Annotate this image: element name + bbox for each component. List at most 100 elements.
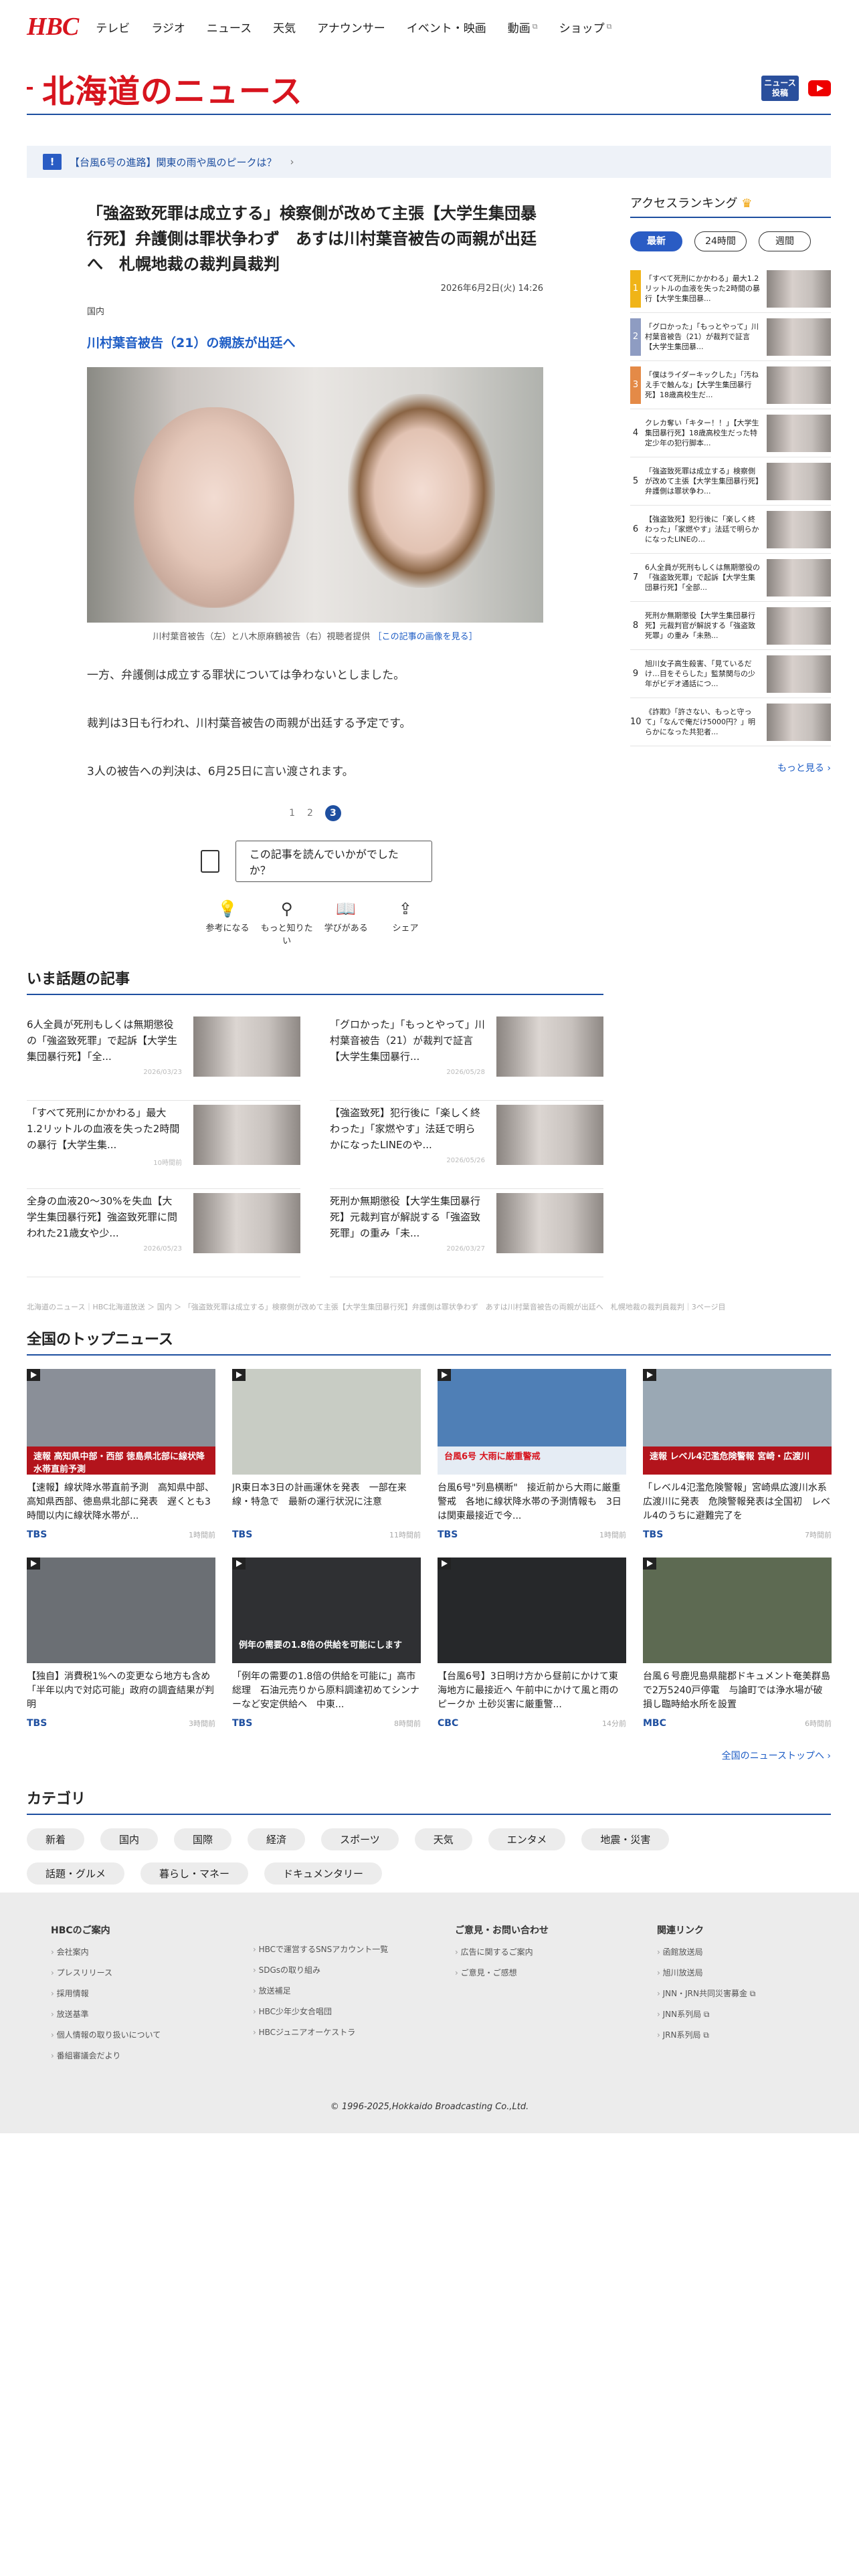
news-time: 11時間前 bbox=[389, 1531, 421, 1539]
ranking-tab[interactable]: 24時間 bbox=[694, 231, 747, 251]
footer-link[interactable]: ご意見・ご感想 bbox=[455, 1967, 657, 1978]
hot-topic-item[interactable]: 【強盗致死】犯行後に「楽しく終わった」「家燃やす」法廷で明らかになったLINEの… bbox=[330, 1101, 603, 1189]
reaction-button[interactable]: 📖 学びがある bbox=[319, 899, 373, 946]
footer-link[interactable]: SDGsの取り組み bbox=[253, 1964, 455, 1975]
ranking-item[interactable]: 10 《詐欺》「許さない、もっと守って」「なんで俺だけ5000円？」明らかになった… bbox=[630, 698, 831, 746]
national-news-grid: 速報 高知県中部・西部 徳島県北部に線状降水帯直前予測 【速報】線状降水帯直前予測… bbox=[27, 1369, 832, 1729]
footer-link[interactable]: HBCジュニアオーケストラ bbox=[253, 2026, 455, 2038]
ranking-number: 1 bbox=[630, 270, 641, 308]
footer-link[interactable]: 旭川放送局 bbox=[657, 1967, 859, 1978]
reaction-button[interactable]: 💡 参考になる bbox=[201, 899, 254, 946]
ranking-headline: 《詐欺》「許さない、もっと守って」「なんで俺だけ5000円？」明らかになった共犯… bbox=[645, 708, 755, 736]
reaction-button[interactable]: ⇪ シェア bbox=[379, 899, 432, 946]
national-news-card[interactable]: 速報 高知県中部・西部 徳島県北部に線状降水帯直前予測 【速報】線状降水帯直前予測… bbox=[27, 1369, 215, 1540]
category-chip[interactable]: 天気 bbox=[414, 1828, 472, 1850]
footer-link[interactable]: HBCで運営するSNSアカウント一覧 bbox=[253, 1943, 455, 1955]
ranking-item[interactable]: 3 「僕はライダーキックした」「汚ねえ手で触んな」【大学生集団暴行死】18歳高校生… bbox=[630, 361, 831, 409]
reaction-button[interactable]: ⚲ もっと知りたい bbox=[260, 899, 314, 946]
national-news-card[interactable]: 速報 レベル4氾濫危険警報 宮崎・広渡川 「レベル4氾濫危険警報」宮崎県広渡川水系… bbox=[643, 1369, 832, 1540]
hot-topic-item[interactable]: 「すべて死刑にかかわる」最大1.2リットルの血液を失った2時間の暴行【大学生集.… bbox=[27, 1101, 300, 1189]
footer-link[interactable]: 採用情報 bbox=[51, 1988, 253, 1999]
hot-topic-item[interactable]: 「グロかった」「もっとやって」川村葉音被告（21）が裁判で証言【大学生集団暴行.… bbox=[330, 1012, 603, 1101]
ranking-item[interactable]: 6 【強盗致死】犯行後に「楽しく終わった」「家燃やす」法廷で明らかになったLINE… bbox=[630, 506, 831, 554]
hot-topic-item[interactable]: 全身の血液20～30%を失血【大学生集団暴行死】強盗致死罪に問われた21歳女や少… bbox=[27, 1189, 300, 1277]
footer-column: HBCのご案内会社案内プレスリリース採用情報放送基準個人情報の取り扱いについて番… bbox=[51, 1923, 253, 2070]
nav-link[interactable]: ショップ ⧉ bbox=[559, 19, 612, 35]
news-headline: 台風6号"列島横断" 接近前から大雨に厳重警戒 各地に線状降水帯の予測情報も 3… bbox=[438, 1483, 622, 1521]
national-news-card[interactable]: 例年の需要の1.8倍の供給を可能にします 「例年の需要の1.8倍の供給を可能に」高… bbox=[232, 1558, 421, 1729]
footer: HBCのご案内会社案内プレスリリース採用情報放送基準個人情報の取り扱いについて番… bbox=[0, 1893, 859, 2133]
national-news-card[interactable]: JR東日本3日の計画運休を発表 一部在来線・特急で 最新の運行状況に注意 TBS 1… bbox=[232, 1369, 421, 1540]
footer-link[interactable]: 広告に関するご案内 bbox=[455, 1946, 657, 1957]
national-news-card[interactable]: 【独自】消費税1%への変更なら地方も含め「半年以内で対応可能」政府の調査結果が判… bbox=[27, 1558, 215, 1729]
nav-link[interactable]: アナウンサー bbox=[317, 19, 385, 35]
category-chip[interactable]: 国内 bbox=[100, 1828, 159, 1850]
nav-link[interactable]: イベント・映画 bbox=[407, 19, 486, 35]
ranking-item[interactable]: 1 「すべて死刑にかかわる」最大1.2リットルの血液を失った2時間の暴行【大学生集… bbox=[630, 265, 831, 313]
ranking-item[interactable]: 2 「グロかった」「もっとやって」川村葉音被告（21）が裁判で証言【大学生集団暴.… bbox=[630, 313, 831, 361]
footer-link[interactable]: 放送基準 bbox=[51, 2008, 253, 2020]
category-chip[interactable]: 地震・災害 bbox=[581, 1828, 670, 1850]
ranking-number: 9 bbox=[632, 668, 639, 679]
footer-link[interactable]: JRN系列局 ⧉ bbox=[657, 2029, 859, 2040]
footer-link[interactable]: 放送補足 bbox=[253, 1985, 455, 1996]
page-link[interactable]: 1 bbox=[289, 808, 295, 819]
national-news-card[interactable]: 台風6号 大雨に厳重警戒 台風6号"列島横断" 接近前から大雨に厳重警戒 各地に線… bbox=[438, 1369, 626, 1540]
news-post-button[interactable]: ニュース投稿 bbox=[761, 76, 799, 101]
nav-link[interactable]: ニュース bbox=[207, 19, 252, 35]
ranking-tab[interactable]: 最新 bbox=[630, 231, 682, 251]
footer-link[interactable]: プレスリリース bbox=[51, 1967, 253, 1978]
hbc-logo[interactable]: HBC bbox=[27, 12, 79, 41]
nav-link[interactable]: ラジオ bbox=[151, 19, 185, 35]
ranking-item[interactable]: 5 「強盗致死罪は成立する」検察側が改めて主張【大学生集団暴行死】弁護側は罪状争わ… bbox=[630, 457, 831, 506]
caption-gallery-link[interactable]: ［この記事の画像を見る］ bbox=[373, 632, 478, 642]
ranking-item[interactable]: 9 旭川女子高生殺害、「見ているだけ…目をそらした」監禁関与の少年がビデオ通話につ… bbox=[630, 650, 831, 698]
ranking-item[interactable]: 4 クレカ奪い「キター！！」【大学生集団暴行死】18歳高校生だった特定少年の犯行脚… bbox=[630, 409, 831, 457]
breadcrumb[interactable]: 北海道のニュース｜HBC北海道放送 ＞ 国内 ＞ 「強盗致死罪は成立する」検察側… bbox=[27, 1301, 831, 1312]
hot-topic-headline: 「すべて死刑にかかわる」最大1.2リットルの血液を失った2時間の暴行【大学生集.… bbox=[27, 1107, 180, 1151]
news-source: MBC bbox=[643, 1718, 666, 1729]
crown-icon: ♛ bbox=[741, 197, 753, 211]
hot-topic-headline: 死刑か無期懲役【大学生集団暴行死】元裁判官が解説する「強盗致死罪」の重み「未..… bbox=[330, 1195, 481, 1239]
national-news-card[interactable]: 台風６号鹿児島県龍郡ドキュメント奄美群島で2万5240戸停電 与論町では浄水場が… bbox=[643, 1558, 832, 1729]
typhoon-alert-banner[interactable]: ! 【台風6号の進路】関東の雨や風のピークは？ › bbox=[27, 146, 831, 178]
nav-link-label: テレビ bbox=[96, 21, 130, 35]
nav-link[interactable]: 天気 bbox=[273, 19, 296, 35]
national-more-link[interactable]: 全国のニューストップへ › bbox=[27, 1749, 831, 1762]
footer-link[interactable]: 個人情報の取り扱いについて bbox=[51, 2029, 253, 2040]
news-time: 6時間前 bbox=[805, 1719, 832, 1728]
news-source: TBS bbox=[232, 1718, 253, 1729]
footer-link[interactable]: HBC少年少女合唱団 bbox=[253, 2006, 455, 2017]
ranking-number: 7 bbox=[632, 572, 639, 582]
hot-topic-item[interactable]: 6人全員が死刑もしくは無期懲役の「強盗致死罪」で起訴【大学生集団暴行死】「全..… bbox=[27, 1012, 300, 1101]
footer-link[interactable]: 番組審議会だより bbox=[51, 2050, 253, 2061]
nav-link[interactable]: テレビ bbox=[96, 19, 130, 35]
category-chip[interactable]: 国際 bbox=[174, 1828, 232, 1850]
reaction-label: 学びがある bbox=[324, 924, 368, 934]
article-photo[interactable] bbox=[87, 367, 543, 623]
category-chip[interactable]: 暮らし・マネー bbox=[140, 1862, 249, 1885]
hot-topic-text-wrap: 【強盗致死】犯行後に「楽しく終わった」「家燃やす」法廷で明らかになったLINEの… bbox=[330, 1105, 485, 1188]
category-chip[interactable]: ドキュメンタリー bbox=[264, 1862, 383, 1885]
nav-link[interactable]: 動画 ⧉ bbox=[508, 19, 538, 35]
category-chip[interactable]: 話題・グルメ bbox=[27, 1862, 125, 1885]
footer-link[interactable]: 会社案内 bbox=[51, 1946, 253, 1957]
article-category[interactable]: 国内 bbox=[87, 304, 543, 317]
ranking-item[interactable]: 7 6人全員が死刑もしくは無期懲役の「強盗致死罪」で起訴【大学生集団暴行死】「全部… bbox=[630, 554, 831, 602]
ranking-item[interactable]: 8 死刑か無期懲役【大学生集団暴行死】元裁判官が解説する「強盗致死罪」の重み「未熟… bbox=[630, 602, 831, 650]
article-subheading: 川村葉音被告（21）の親族が出廷へ bbox=[87, 336, 296, 350]
page-link[interactable]: 2 bbox=[307, 808, 313, 819]
category-chip[interactable]: 経済 bbox=[248, 1828, 306, 1850]
ranking-tab[interactable]: 週間 bbox=[759, 231, 811, 251]
category-chip[interactable]: スポーツ bbox=[321, 1828, 399, 1850]
footer-link[interactable]: JNN系列局 ⧉ bbox=[657, 2008, 859, 2020]
footer-link[interactable]: JNN・JRN共同災害募金 ⧉ bbox=[657, 1988, 859, 1999]
category-chip[interactable]: 新着 bbox=[27, 1828, 85, 1850]
footer-link[interactable]: 函館放送局 bbox=[657, 1946, 859, 1957]
ranking-more-link[interactable]: もっと見る › bbox=[630, 761, 831, 774]
category-chip[interactable]: エンタメ bbox=[488, 1828, 566, 1850]
hot-topic-item[interactable]: 死刑か無期懲役【大学生集団暴行死】元裁判官が解説する「強盗致死罪」の重み「未..… bbox=[330, 1189, 603, 1277]
news-thumbnail bbox=[232, 1369, 421, 1475]
youtube-icon[interactable] bbox=[808, 80, 831, 96]
national-news-card[interactable]: 【台風6号】3日明け方から昼前にかけて東海地方に最接近へ 午前中にかけて風と雨の… bbox=[438, 1558, 626, 1729]
